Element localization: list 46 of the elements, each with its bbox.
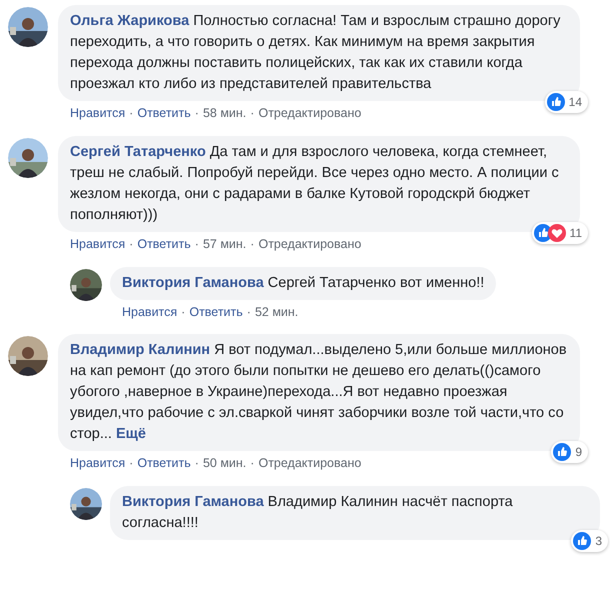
author-link[interactable]: Виктория Гаманова <box>122 494 264 510</box>
edited-label: Отредактировано <box>258 105 362 122</box>
separator-dot: · <box>194 455 199 472</box>
reply-link[interactable]: Ответить <box>137 234 191 254</box>
separator-dot: · <box>194 105 199 122</box>
timestamp[interactable]: 52 мин. <box>254 302 298 322</box>
reply-link[interactable]: Ответить <box>137 104 191 123</box>
separator-dot: · <box>129 236 134 253</box>
like-link[interactable]: Нравится <box>70 104 126 123</box>
thumbs-up-icon <box>573 532 592 550</box>
edited-label: Отредактировано <box>258 455 362 472</box>
timestamp[interactable]: 50 мин. <box>202 454 246 473</box>
reaction-number: 14 <box>568 94 582 111</box>
see-more-link[interactable]: Ещё <box>116 426 146 442</box>
author-link[interactable]: Виктория Гаманова <box>122 274 264 290</box>
comment-text: Виктория Гаманова Владимир Калинин насчёт паспорта согласна!!!! <box>122 493 514 533</box>
reaction-count[interactable]: 9 <box>551 441 588 464</box>
reaction-number: 3 <box>595 533 602 550</box>
reaction-number: 11 <box>570 224 582 242</box>
timestamp[interactable]: 58 мин. <box>202 104 246 123</box>
author-link[interactable]: Владимир Калинин <box>70 342 210 358</box>
timestamp[interactable]: 57 мин. <box>202 234 246 254</box>
reply-link[interactable]: Ответить <box>137 454 191 473</box>
thumbs-up-icon <box>553 443 572 462</box>
edited-label: Отредактировано <box>258 236 362 253</box>
separator-dot: · <box>250 105 254 122</box>
thumbs-up-icon <box>546 93 565 111</box>
reaction-number: 9 <box>575 444 582 462</box>
comment-text: Виктория Гаманова Сергей Татарченко вот именно!! <box>122 274 484 292</box>
separator-dot: · <box>181 304 186 320</box>
separator-dot: · <box>129 455 134 472</box>
separator-dot: · <box>246 304 251 320</box>
like-link[interactable]: Нравится <box>122 302 178 322</box>
like-link[interactable]: Нравится <box>70 454 126 473</box>
separator-dot: · <box>250 236 254 253</box>
separator-dot: · <box>194 236 199 253</box>
comment-text: Ольга Жарикова Полностью согласна! Там и взрослым страшно дорогу переходить, а что говорить о детях. Как минимум на время закрытия перехода должны поставить полицейских, так как их ставили когда проезжал кто либо из представителей правительства <box>70 12 562 94</box>
separator-dot: · <box>129 105 134 122</box>
reaction-count[interactable]: 3 <box>571 530 608 552</box>
separator-dot: · <box>250 455 254 472</box>
reply-link[interactable]: Ответить <box>189 302 243 322</box>
author-link[interactable]: Ольга Жарикова <box>70 13 190 29</box>
reaction-count[interactable]: 14 <box>544 91 588 113</box>
like-link[interactable]: Нравится <box>70 234 126 254</box>
author-link[interactable]: Сергей Татарченко <box>70 144 206 160</box>
reaction-count[interactable]: 11 <box>532 222 588 244</box>
